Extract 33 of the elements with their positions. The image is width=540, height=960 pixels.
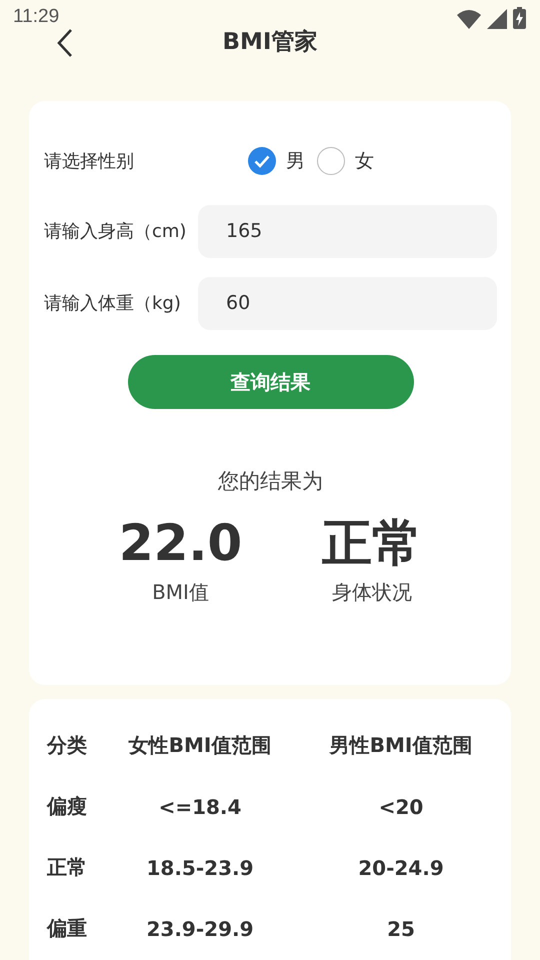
result-value: 正常 <box>322 513 422 573</box>
table-cell: 23.9-29.9 <box>146 916 254 940</box>
column-header: 男性BMI值范围 <box>330 732 472 759</box>
battery-icon <box>513 7 526 29</box>
table-cell: 偏重 <box>47 915 87 942</box>
page-title: BMI管家 <box>222 28 318 57</box>
result-label: 身体状况 <box>332 579 412 606</box>
wifi-icon <box>457 9 481 29</box>
table-cell: <20 <box>378 794 424 818</box>
query-button[interactable]: 查询结果 <box>128 355 414 409</box>
table-cell: 20-24.9 <box>358 856 444 880</box>
table-cell: 18.5-23.9 <box>146 856 254 880</box>
gender-label: 请选择性别 <box>44 150 135 173</box>
column-header: 分类 <box>47 732 87 759</box>
input-field[interactable]: 165 <box>198 204 497 258</box>
table-cell: 25 <box>387 916 415 940</box>
signal-icon <box>487 9 507 29</box>
field-label: 请输入体重（kg) <box>44 292 182 315</box>
input-field[interactable]: 60 <box>198 276 497 330</box>
table-cell: 正常 <box>47 854 87 881</box>
back-icon[interactable] <box>56 28 74 58</box>
table-cell: <=18.4 <box>158 794 242 818</box>
result-label: BMI值 <box>152 579 209 606</box>
gender-option[interactable]: 女 <box>317 147 374 175</box>
status-time: 11:29 <box>13 6 60 28</box>
result-heading: 您的结果为 <box>217 468 324 495</box>
radio-icon[interactable] <box>317 147 345 175</box>
gender-option[interactable]: 男 <box>248 147 305 175</box>
table-cell: 偏瘦 <box>47 793 87 820</box>
result-value: 22.0 <box>118 513 242 573</box>
field-label: 请输入身高（cm) <box>44 220 188 243</box>
column-header: 女性BMI值范围 <box>128 732 272 759</box>
checked-radio-icon[interactable] <box>248 147 276 175</box>
